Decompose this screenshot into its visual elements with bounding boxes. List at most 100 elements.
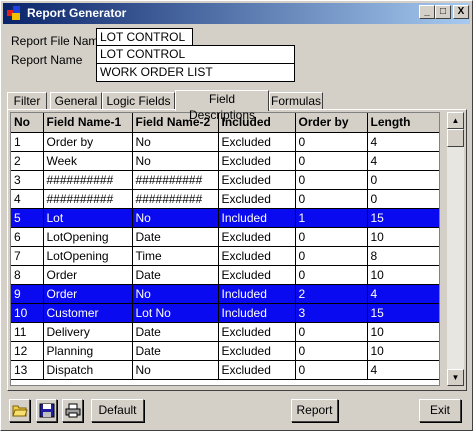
cell-no[interactable]: 12	[11, 341, 44, 361]
table-row[interactable]: 13 Dispatch No Excluded 0 4	[11, 360, 439, 380]
cell-field-name-1[interactable]: LotOpening	[43, 227, 133, 247]
table-row[interactable]: 12 Planning Date Excluded 0 10	[11, 341, 439, 361]
cell-field-name-1[interactable]: Order	[43, 265, 133, 285]
cell-field-name-1[interactable]: Delivery	[43, 322, 133, 342]
cell-length[interactable]: 15	[367, 303, 439, 323]
table-row[interactable]: 2 Week No Excluded 0 4	[11, 151, 439, 171]
cell-no[interactable]: 13	[11, 360, 44, 380]
cell-field-name-1[interactable]: Planning	[43, 341, 133, 361]
cell-included[interactable]: Excluded	[218, 132, 296, 152]
cell-included[interactable]: Excluded	[218, 227, 296, 247]
tab-formulas[interactable]: Formulas	[269, 92, 323, 110]
table-row[interactable]: 10 Customer Lot No Included 3 15	[11, 303, 439, 323]
cell-order-by[interactable]: 0	[295, 132, 368, 152]
cell-field-name-2[interactable]: No	[132, 132, 219, 152]
cell-field-name-2[interactable]: ##########	[132, 189, 219, 209]
cell-order-by[interactable]: 0	[295, 360, 368, 380]
table-row[interactable]: 1 Order by No Excluded 0 4	[11, 132, 439, 152]
table-row[interactable]: 8 Order Date Excluded 0 10	[11, 265, 439, 285]
cell-no[interactable]: 1	[11, 132, 44, 152]
table-row[interactable]: 6 LotOpening Date Excluded 0 10	[11, 227, 439, 247]
column-header-order-by[interactable]: Order by	[295, 113, 368, 133]
column-header-field-name-1[interactable]: Field Name-1	[43, 113, 133, 133]
tab-logic-fields[interactable]: Logic Fields	[102, 92, 175, 110]
cell-no[interactable]: 11	[11, 322, 44, 342]
table-row[interactable]: 3 ########## ########## Excluded 0 0	[11, 170, 439, 190]
print-button[interactable]	[62, 399, 83, 422]
save-button[interactable]	[36, 399, 57, 422]
table-row[interactable]: 9 Order No Included 2 4	[11, 284, 439, 304]
cell-included[interactable]: Excluded	[218, 246, 296, 266]
cell-field-name-1[interactable]: ##########	[43, 189, 133, 209]
cell-field-name-2[interactable]: Date	[132, 341, 219, 361]
tab-filter[interactable]: Filter	[7, 92, 47, 110]
cell-field-name-2[interactable]: Date	[132, 322, 219, 342]
scroll-up-arrow-icon[interactable]: ▲	[447, 112, 464, 129]
scroll-thumb[interactable]	[447, 129, 464, 147]
cell-no[interactable]: 6	[11, 227, 44, 247]
cell-length[interactable]: 10	[367, 227, 439, 247]
cell-field-name-2[interactable]: Date	[132, 227, 219, 247]
tab-general[interactable]: General	[50, 92, 102, 110]
minimize-button[interactable]: _	[419, 5, 435, 19]
cell-included[interactable]: Excluded	[218, 189, 296, 209]
cell-order-by[interactable]: 0	[295, 265, 368, 285]
cell-order-by[interactable]: 0	[295, 151, 368, 171]
exit-button[interactable]: Exit	[419, 399, 461, 422]
cell-order-by[interactable]: 0	[295, 227, 368, 247]
cell-included[interactable]: Excluded	[218, 341, 296, 361]
cell-length[interactable]: 15	[367, 208, 439, 228]
cell-no[interactable]: 9	[11, 284, 44, 304]
cell-field-name-1[interactable]: Lot	[43, 208, 133, 228]
cell-included[interactable]: Excluded	[218, 265, 296, 285]
cell-length[interactable]: 0	[367, 170, 439, 190]
cell-included[interactable]: Excluded	[218, 151, 296, 171]
scroll-down-arrow-icon[interactable]: ▼	[447, 369, 464, 386]
cell-field-name-1[interactable]: Customer	[43, 303, 133, 323]
report-button[interactable]: Report	[291, 399, 338, 422]
vertical-scrollbar[interactable]: ▲ ▼	[447, 112, 464, 386]
cell-order-by[interactable]: 1	[295, 208, 368, 228]
cell-included[interactable]: Included	[218, 284, 296, 304]
cell-length[interactable]: 10	[367, 265, 439, 285]
cell-length[interactable]: 4	[367, 132, 439, 152]
cell-field-name-2[interactable]: No	[132, 360, 219, 380]
cell-order-by[interactable]: 0	[295, 322, 368, 342]
cell-order-by[interactable]: 0	[295, 341, 368, 361]
table-row[interactable]: 11 Delivery Date Excluded 0 10	[11, 322, 439, 342]
cell-no[interactable]: 4	[11, 189, 44, 209]
cell-no[interactable]: 7	[11, 246, 44, 266]
cell-field-name-2[interactable]: No	[132, 151, 219, 171]
cell-no[interactable]: 8	[11, 265, 44, 285]
maximize-button[interactable]: □	[435, 5, 451, 19]
cell-no[interactable]: 2	[11, 151, 44, 171]
table-row[interactable]: 4 ########## ########## Excluded 0 0	[11, 189, 439, 209]
cell-length[interactable]: 4	[367, 360, 439, 380]
cell-included[interactable]: Included	[218, 303, 296, 323]
cell-included[interactable]: Excluded	[218, 170, 296, 190]
cell-order-by[interactable]: 0	[295, 170, 368, 190]
cell-included[interactable]: Excluded	[218, 322, 296, 342]
cell-order-by[interactable]: 0	[295, 246, 368, 266]
cell-included[interactable]: Included	[218, 208, 296, 228]
cell-order-by[interactable]: 0	[295, 189, 368, 209]
cell-length[interactable]: 4	[367, 284, 439, 304]
cell-no[interactable]: 10	[11, 303, 44, 323]
title-bar[interactable]: Report Generator _ □ X	[3, 3, 470, 24]
cell-field-name-2[interactable]: No	[132, 284, 219, 304]
default-button[interactable]: Default	[91, 399, 144, 422]
cell-no[interactable]: 3	[11, 170, 44, 190]
cell-field-name-2[interactable]: Time	[132, 246, 219, 266]
cell-order-by[interactable]: 3	[295, 303, 368, 323]
cell-length[interactable]: 4	[367, 151, 439, 171]
cell-length[interactable]: 0	[367, 189, 439, 209]
cell-field-name-2[interactable]: ##########	[132, 170, 219, 190]
report-name-field-line2[interactable]: WORK ORDER LIST	[96, 63, 295, 82]
cell-length[interactable]: 10	[367, 322, 439, 342]
cell-order-by[interactable]: 2	[295, 284, 368, 304]
table-row[interactable]: 5 Lot No Included 1 15	[11, 208, 439, 228]
cell-field-name-1[interactable]: Week	[43, 151, 133, 171]
cell-included[interactable]: Excluded	[218, 360, 296, 380]
cell-field-name-1[interactable]: Dispatch	[43, 360, 133, 380]
cell-field-name-1[interactable]: Order by	[43, 132, 133, 152]
